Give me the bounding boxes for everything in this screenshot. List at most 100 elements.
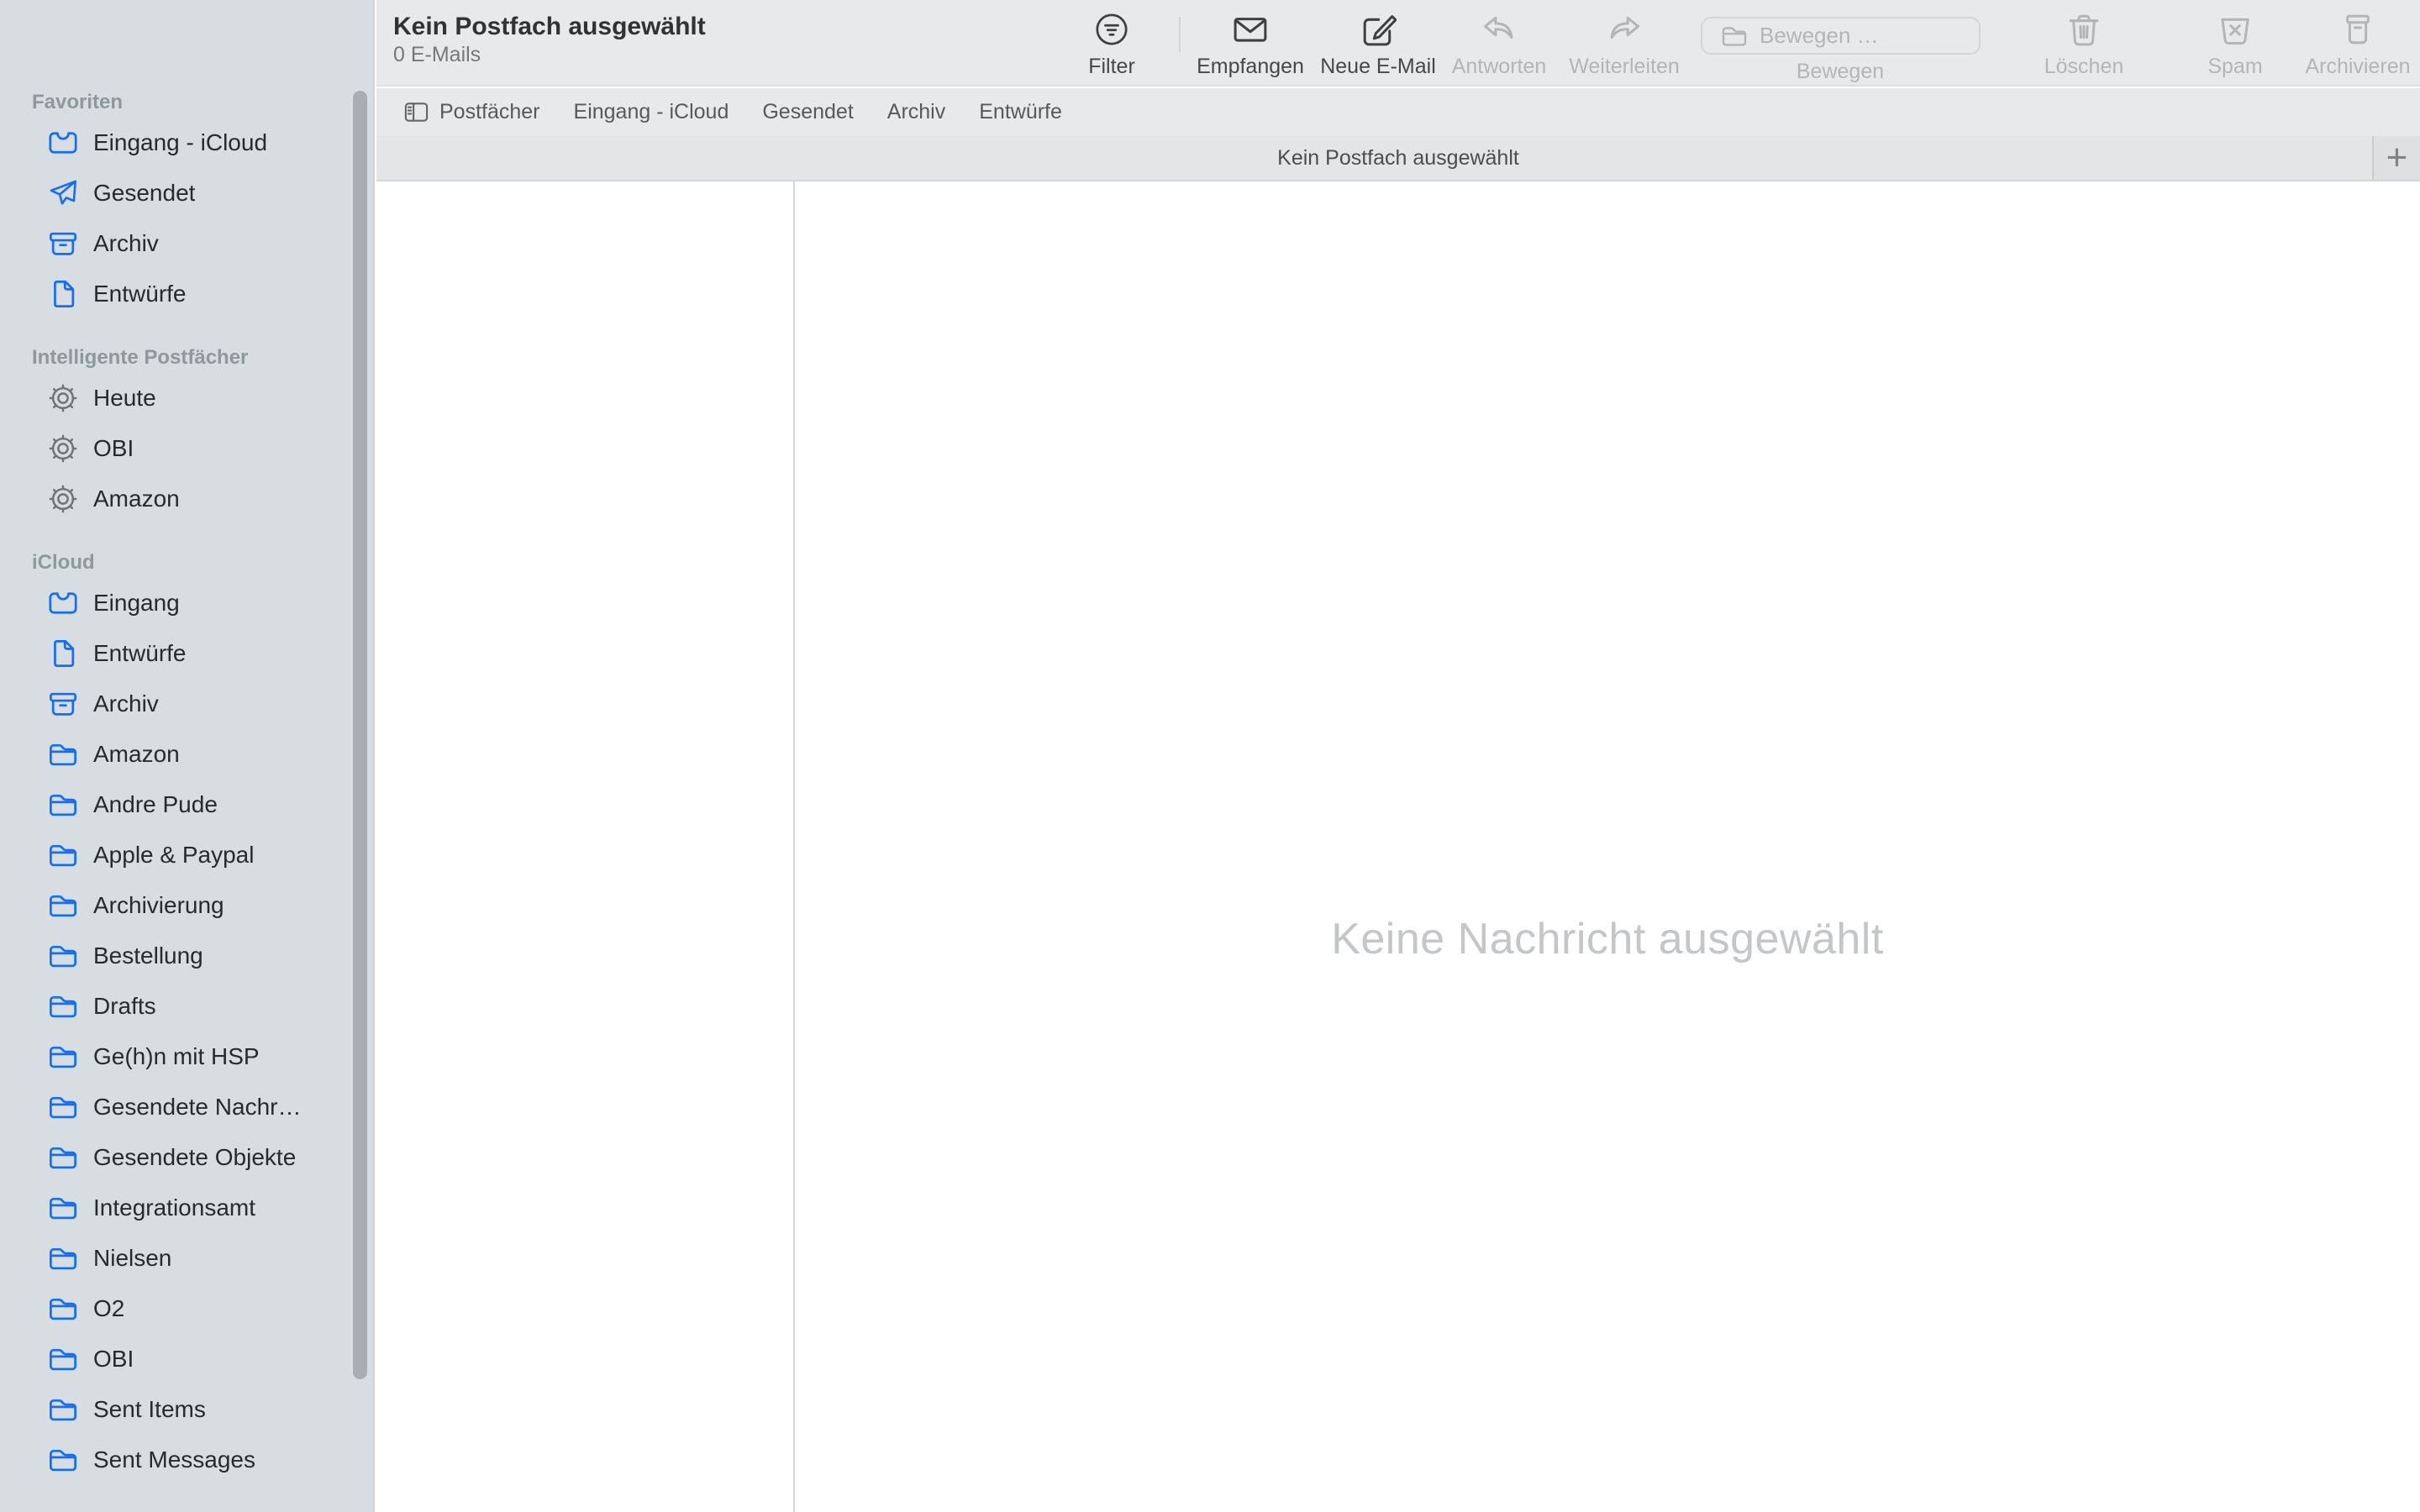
sidebar-item-label: Entwürfe: [93, 281, 187, 307]
sidebar-item-andre-pude[interactable]: Andre Pude: [0, 780, 373, 830]
sidebar-item-label: O2: [93, 1295, 125, 1321]
move-dropdown[interactable]: Bewegen …: [1701, 17, 1981, 55]
sidebar-item-amazon[interactable]: Amazon: [0, 474, 373, 524]
sidebar-item-entw-rfe[interactable]: Entwürfe: [0, 628, 373, 679]
sidebar-item-label: OBI: [93, 1346, 134, 1372]
archive-button[interactable]: Archivieren: [2265, 7, 2420, 79]
favorites-item-gesendet[interactable]: Gesendet: [762, 100, 853, 124]
sidebar-item-gesendet[interactable]: Gesendet: [0, 168, 373, 218]
sidebar-item-label: Sent Messages: [93, 1446, 255, 1473]
sidebar-item-label: OBI: [93, 435, 134, 461]
sidebar-item-eingang[interactable]: Eingang: [0, 578, 373, 628]
sidebar-item-label: Gesendet: [93, 180, 196, 206]
sidebar-item-label: Amazon: [93, 741, 180, 767]
delete-label: Löschen: [2044, 55, 2124, 78]
reply-icon: [1481, 7, 1518, 52]
favorites-item-entwuerfe[interactable]: Entwürfe: [979, 100, 1062, 124]
mailboxes-toggle-button[interactable]: Postfächer: [403, 99, 540, 125]
message-list-header-title: Kein Postfach ausgewählt: [1277, 145, 1519, 170]
folder-icon: [48, 1394, 78, 1425]
archivebox-icon: [48, 689, 78, 719]
sidebar-item-label: Amazon: [93, 486, 180, 512]
empty-message: Keine Nachricht ausgewählt: [1331, 915, 1884, 963]
compose-icon: [1360, 7, 1397, 52]
sidebar-item-label: Gesendete Nachr…: [93, 1094, 302, 1120]
inbox-icon: [48, 128, 78, 158]
sidebar-toggle-icon: [403, 99, 429, 125]
sidebar-item-obi[interactable]: OBI: [0, 1334, 373, 1384]
sidebar-item-eingang-icloud[interactable]: Eingang - iCloud: [0, 118, 373, 168]
folder-icon: [48, 1445, 78, 1475]
move-dropdown-text: Bewegen …: [1760, 23, 1879, 48]
sidebar-item-obi[interactable]: OBI: [0, 423, 373, 474]
spam-icon: [2217, 7, 2254, 52]
sidebar-item-label: Archivierung: [93, 892, 224, 918]
sidebar-item-label: Archiv: [93, 230, 159, 256]
paperplane-icon: [48, 178, 78, 208]
gear-icon: [48, 383, 78, 413]
forward-icon: [1606, 7, 1643, 52]
sidebar-section-title: iCloud: [32, 551, 95, 574]
sidebar-section-title: Favoriten: [32, 91, 124, 113]
sidebar-item-label: Ge(h)n mit HSP: [93, 1043, 260, 1069]
sidebar-item-entw-rfe[interactable]: Entwürfe: [0, 269, 373, 319]
sidebar-item-sent-items[interactable]: Sent Items: [0, 1384, 373, 1435]
toolbar-title-group: Kein Postfach ausgewählt 0 E-Mails: [393, 12, 706, 67]
sidebar-item-archivierung[interactable]: Archivierung: [0, 880, 373, 931]
sidebar-item-label: Drafts: [93, 993, 156, 1019]
trash-icon: [2065, 7, 2102, 52]
sidebar-item-drafts[interactable]: Drafts: [0, 981, 373, 1032]
folder-icon: [1721, 23, 1748, 50]
sidebar-item-label: Archiv: [93, 690, 159, 717]
folder-icon: [48, 1243, 78, 1273]
folder-icon: [48, 1142, 78, 1173]
sidebar-item-gesendete-objekte[interactable]: Gesendete Objekte: [0, 1132, 373, 1183]
sidebar-item-label: Sent Items: [93, 1396, 206, 1422]
doc-icon: [48, 638, 78, 669]
sidebar-item-archiv[interactable]: Archiv: [0, 218, 373, 269]
folder-icon: [48, 1092, 78, 1122]
archive-label: Archivieren: [2305, 55, 2411, 78]
inbox-icon: [48, 588, 78, 618]
gear-icon: [48, 433, 78, 464]
sidebar-item-gesendete-nachr[interactable]: Gesendete Nachr…: [0, 1082, 373, 1132]
message-list-header: Kein Postfach ausgewählt +: [376, 136, 2420, 181]
sidebar-sections: Favoriten Eingang - iCloud Gesendet Arch…: [0, 0, 373, 1485]
folder-icon: [48, 790, 78, 820]
mailboxes-label: Postfächer: [439, 100, 540, 123]
sidebar: Favoriten Eingang - iCloud Gesendet Arch…: [0, 0, 375, 1512]
sidebar-item-amazon[interactable]: Amazon: [0, 729, 373, 780]
folder-icon: [48, 840, 78, 870]
sidebar-item-label: Integrationsamt: [93, 1194, 255, 1221]
sidebar-item-nielsen[interactable]: Nielsen: [0, 1233, 373, 1284]
sidebar-item-heute[interactable]: Heute: [0, 373, 373, 423]
sidebar-item-sent-messages[interactable]: Sent Messages: [0, 1435, 373, 1485]
archive-icon: [2339, 7, 2376, 52]
sidebar-item-label: Heute: [93, 385, 156, 411]
folder-icon: [48, 1193, 78, 1223]
favorites-item-eingang-icloud[interactable]: Eingang - iCloud: [574, 100, 729, 124]
sidebar-item-integrationsamt[interactable]: Integrationsamt: [0, 1183, 373, 1233]
sidebar-item-ge-h-n-mit-hsp[interactable]: Ge(h)n mit HSP: [0, 1032, 373, 1082]
sidebar-scrollbar-thumb[interactable]: [353, 91, 367, 1379]
message-list-pane: [376, 181, 793, 1512]
forward-button[interactable]: Weiterleiten: [1532, 7, 1717, 79]
sidebar-item-o2[interactable]: O2: [0, 1284, 373, 1334]
spam-label: Spam: [2207, 55, 2263, 78]
forward-label: Weiterleiten: [1569, 55, 1680, 78]
sidebar-item-apple-paypal[interactable]: Apple & Paypal: [0, 830, 373, 880]
doc-icon: [48, 279, 78, 309]
message-content-pane: Keine Nachricht ausgewählt: [795, 181, 2420, 1512]
sidebar-item-label: Andre Pude: [93, 791, 218, 817]
sidebar-item-archiv[interactable]: Archiv: [0, 679, 373, 729]
folder-icon: [48, 1294, 78, 1324]
add-mail-button[interactable]: +: [2372, 136, 2420, 180]
archivebox-icon: [48, 228, 78, 259]
envelope-icon: [1232, 7, 1269, 52]
folder-icon: [48, 1042, 78, 1072]
folder-icon: [48, 739, 78, 769]
toolbar-subtitle: 0 E-Mails: [393, 43, 481, 66]
folder-icon: [48, 941, 78, 971]
sidebar-item-bestellung[interactable]: Bestellung: [0, 931, 373, 981]
favorites-item-archiv[interactable]: Archiv: [887, 100, 945, 124]
